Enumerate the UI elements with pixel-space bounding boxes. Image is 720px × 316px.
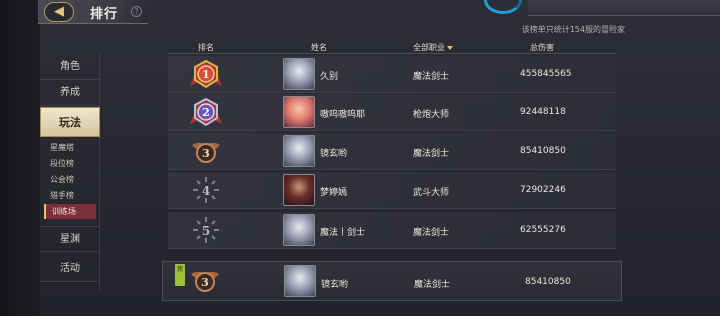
table-row[interactable]: 2 嗷呜嗷呜耶 枪炮大师 92448118 <box>168 94 616 131</box>
gold-medal-icon: 1 <box>190 59 222 89</box>
player-job: 魔法剑士 <box>413 228 450 238</box>
job-filter-label: 全部职业 <box>413 43 445 52</box>
table-row[interactable]: 4 梦婷嫣 武斗大师 72902246 <box>168 172 616 209</box>
column-damage: 总伤害 <box>530 43 554 52</box>
player-damage: 72902246 <box>520 185 566 195</box>
bronze-medal-icon: 3 <box>192 142 220 163</box>
avatar[interactable] <box>283 96 315 128</box>
player-name: 梦婷嫣 <box>320 188 348 198</box>
avatar[interactable] <box>284 265 316 297</box>
table-row[interactable]: 1 久别 魔法剑士 455845565 <box>168 56 616 93</box>
column-name: 姓名 <box>311 43 327 52</box>
sub-item-guild-board[interactable]: 公会榜 <box>44 172 96 187</box>
plain-rank-icon: 4 <box>193 177 219 203</box>
sidebar-item-gameplay[interactable]: 玩法 <box>40 107 100 137</box>
left-edge-background <box>0 0 40 316</box>
player-job: 魔法剑士 <box>413 149 450 159</box>
player-job: 魔法剑士 <box>413 72 450 82</box>
player-damage: 455845565 <box>520 69 572 79</box>
header-divider <box>168 53 616 54</box>
player-damage: 85410850 <box>525 277 571 287</box>
page-title: 排行 <box>90 7 119 22</box>
my-rank-tag: 我 <box>175 264 185 286</box>
player-name: 魔法丨剑士 <box>320 228 366 238</box>
bronze-medal-icon: 3 <box>191 271 219 292</box>
top-right-bar <box>528 0 720 16</box>
avatar[interactable] <box>283 214 315 246</box>
rank-number: 3 <box>201 276 209 289</box>
avatar[interactable] <box>283 58 315 90</box>
player-damage: 92448118 <box>520 107 566 117</box>
rank-number: 5 <box>202 224 210 238</box>
dropdown-arrow-icon <box>447 45 453 50</box>
player-job: 枪炮大师 <box>413 110 450 120</box>
player-name: 镜玄哟 <box>321 280 349 290</box>
player-name: 嗷呜嗷呜耶 <box>320 110 366 120</box>
sub-item-rank-board[interactable]: 段位榜 <box>44 156 96 171</box>
player-job: 武斗大师 <box>413 188 450 198</box>
rank-number: 2 <box>202 106 210 119</box>
board-scope-note: 该榜单只统计154服的冒险家 <box>521 25 625 34</box>
player-damage: 62555276 <box>520 225 566 235</box>
player-name: 镜玄哟 <box>320 149 348 159</box>
back-arrow-icon: ◀ <box>54 4 64 19</box>
avatar[interactable] <box>283 135 315 167</box>
table-row[interactable]: 5 魔法丨剑士 魔法剑士 62555276 <box>168 212 616 249</box>
my-rank-row[interactable]: 我 3 镜玄哟 魔法剑士 85410850 <box>162 261 622 301</box>
player-name: 久别 <box>320 72 339 82</box>
sidebar-item-activity[interactable]: 活动 <box>40 256 100 282</box>
player-damage: 85410850 <box>520 146 566 156</box>
sidebar-item-role[interactable]: 角色 <box>40 54 100 80</box>
back-button[interactable]: ◀ <box>44 2 74 22</box>
sidebar-item-abyss[interactable]: 星渊 <box>40 226 100 252</box>
sidebar: 角色 养成 玩法 星魔塔 段位榜 公会榜 猎手榜 训练场 星渊 活动 <box>40 52 100 292</box>
column-rank: 排名 <box>198 43 214 52</box>
sub-item-training-ground[interactable]: 训练场 <box>44 204 96 219</box>
plain-rank-icon: 5 <box>193 217 219 243</box>
rank-number: 1 <box>202 68 210 81</box>
rank-number: 4 <box>202 184 210 198</box>
avatar[interactable] <box>283 174 315 206</box>
rank-number: 3 <box>202 147 210 160</box>
sub-item-star-tower[interactable]: 星魔塔 <box>44 140 96 155</box>
sidebar-item-cultivate[interactable]: 养成 <box>40 80 100 106</box>
question-icon[interactable]: ? <box>131 6 142 17</box>
column-job-filter[interactable]: 全部职业 <box>413 42 453 53</box>
player-job: 魔法剑士 <box>414 280 451 290</box>
table-row[interactable]: 3 镜玄哟 魔法剑士 85410850 <box>168 133 616 170</box>
sub-item-hunter-board[interactable]: 猎手榜 <box>44 188 96 203</box>
silver-medal-icon: 2 <box>190 97 222 127</box>
